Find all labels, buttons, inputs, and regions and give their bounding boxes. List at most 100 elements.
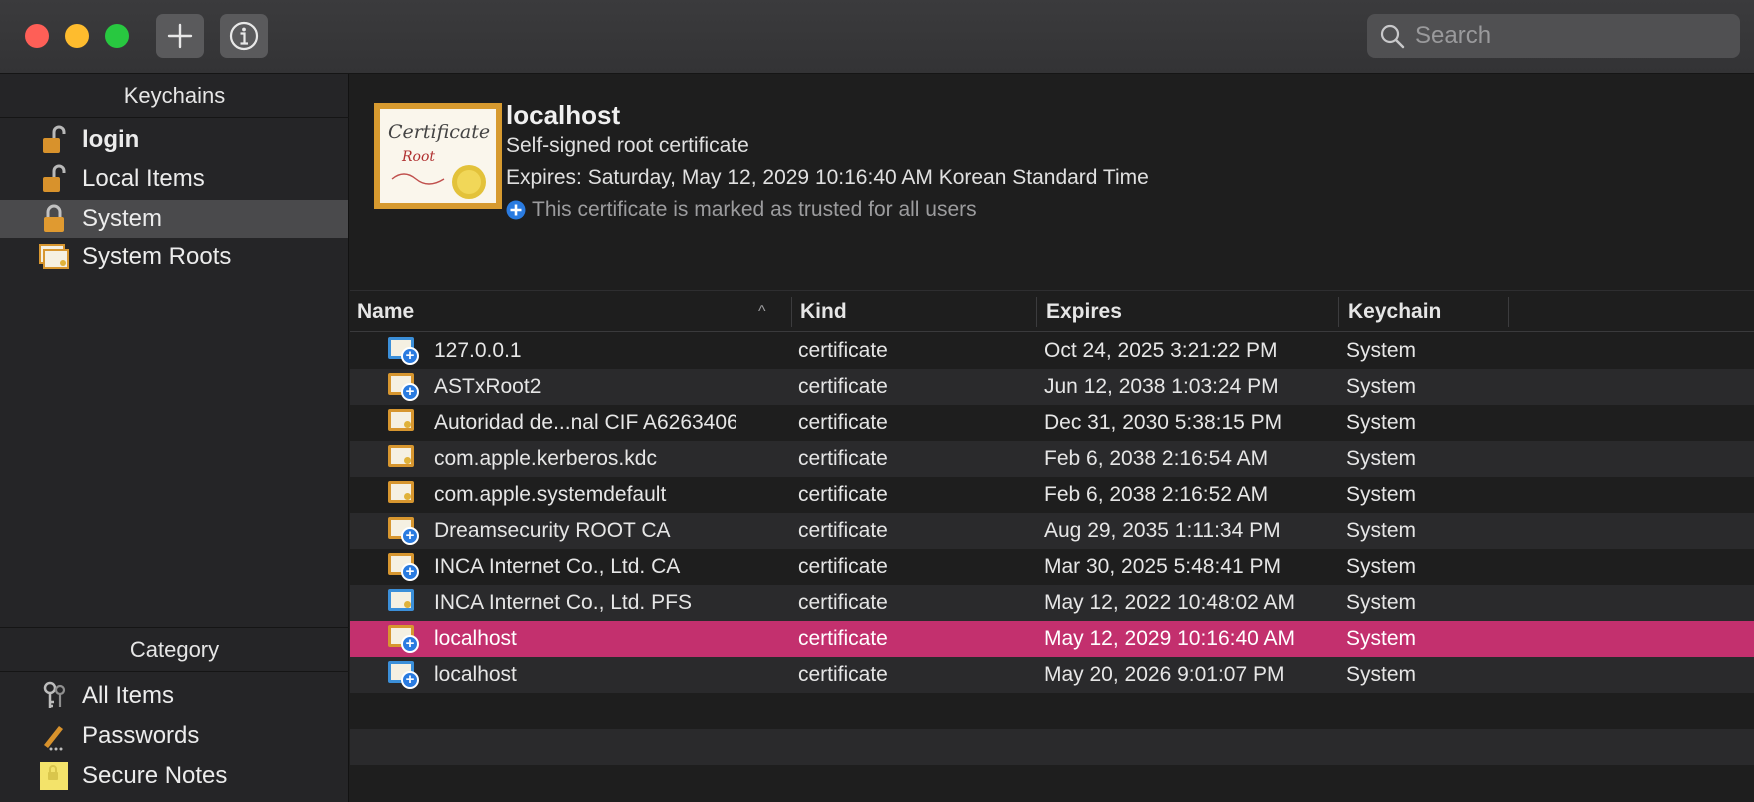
cell-name: localhost bbox=[434, 663, 517, 686]
column-header-kind[interactable]: Kind bbox=[793, 291, 1037, 333]
table-row[interactable]: INCA Internet Co., Ltd. PFS certificate Ma… bbox=[350, 585, 1754, 621]
gold-seal-icon bbox=[452, 165, 486, 199]
certificate-icon: + bbox=[388, 625, 419, 653]
certificate-icon bbox=[388, 589, 418, 617]
search-icon bbox=[1380, 24, 1405, 49]
cell-keychain: System bbox=[1346, 339, 1417, 362]
cell-expires: Aug 29, 2035 1:11:34 PM bbox=[1044, 519, 1281, 542]
column-header-keychain[interactable]: Keychain bbox=[1341, 291, 1507, 333]
sidebar-item-local-items[interactable]: Local Items bbox=[0, 160, 348, 198]
cell-keychain: System bbox=[1346, 591, 1417, 614]
certificate-thumbnail-title: Certificate bbox=[388, 121, 491, 143]
trusted-plus-icon: + bbox=[401, 527, 419, 545]
cell-keychain: System bbox=[1346, 375, 1417, 398]
unlocked-padlock-icon bbox=[36, 163, 72, 195]
cell-expires: Feb 6, 2038 2:16:54 AM bbox=[1044, 447, 1269, 470]
sidebar-item-all-items[interactable]: All Items bbox=[0, 677, 348, 715]
sidebar-item-label: System Roots bbox=[82, 243, 232, 270]
close-window-button[interactable] bbox=[25, 24, 49, 48]
cell-name: com.apple.kerberos.kdc bbox=[434, 447, 657, 470]
locked-padlock-icon bbox=[36, 203, 72, 235]
get-info-button[interactable] bbox=[220, 14, 268, 58]
keychains-header: Keychains bbox=[0, 74, 349, 118]
cell-expires: May 12, 2022 10:48:02 AM bbox=[1044, 591, 1296, 614]
table-row[interactable]: + localhost certificate May 20, 2026 9:01:0… bbox=[350, 657, 1754, 693]
cell-name: Autoridad de...nal CIF A62634068 bbox=[434, 411, 736, 434]
column-separator[interactable] bbox=[1036, 297, 1037, 327]
plus-icon bbox=[167, 23, 193, 49]
sidebar-item-label: Secure Notes bbox=[82, 762, 228, 789]
cell-name: ASTxRoot2 bbox=[434, 375, 542, 398]
cell-kind: certificate bbox=[798, 627, 888, 650]
trusted-plus-icon: + bbox=[401, 347, 419, 365]
table-row[interactable]: +127.0.0.1 certificate Oct 24, 2025 3:21:2… bbox=[350, 333, 1754, 369]
sidebar-item-label: System bbox=[82, 205, 163, 232]
certificate-thumbnail-icon: Certificate Root bbox=[374, 103, 502, 209]
sort-ascending-icon: ^ bbox=[758, 303, 766, 320]
certificate-flourish-icon bbox=[391, 173, 445, 185]
table-header: Name ^ Kind Expires Keychain bbox=[350, 290, 1754, 332]
unlocked-padlock-icon bbox=[36, 124, 72, 156]
table-row[interactable]: + localhost certificate May 12, 2029 10:16:… bbox=[350, 621, 1754, 657]
cell-name: 127.0.0.1 bbox=[434, 339, 522, 362]
cell-name: INCA Internet Co., Ltd. PFS bbox=[434, 591, 692, 614]
zoom-window-button[interactable] bbox=[105, 24, 129, 48]
cell-name: INCA Internet Co., Ltd. CA bbox=[434, 555, 681, 578]
certificate-icon: + bbox=[388, 517, 419, 545]
column-separator[interactable] bbox=[1338, 297, 1339, 327]
table-row[interactable]: + INCA Internet Co., Ltd. CA certificate Ma… bbox=[350, 549, 1754, 585]
certificate-trust-status: This certificate is marked as trusted fo… bbox=[506, 198, 977, 222]
cell-kind: certificate bbox=[798, 411, 888, 434]
table-row[interactable]: + Dreamsecurity ROOT CA certificate Aug 29,… bbox=[350, 513, 1754, 549]
certificate-stack-icon bbox=[36, 241, 72, 273]
cell-expires: Jun 12, 2038 1:03:24 PM bbox=[1044, 375, 1279, 398]
certificate-icon bbox=[388, 481, 418, 509]
cell-expires: May 12, 2029 10:16:40 AM bbox=[1044, 627, 1296, 650]
cell-keychain: System bbox=[1346, 555, 1417, 578]
toolbar bbox=[0, 0, 1754, 74]
certificate-icon: + bbox=[388, 373, 419, 401]
table-row[interactable]: + ASTxRoot2 certificate Jun 12, 2038 1:03:2… bbox=[350, 369, 1754, 405]
trusted-plus-icon: + bbox=[401, 635, 419, 653]
empty-row bbox=[350, 693, 1754, 729]
column-header-name[interactable]: Name bbox=[350, 291, 790, 333]
cell-kind: certificate bbox=[798, 519, 888, 542]
empty-row bbox=[350, 765, 1754, 801]
trusted-plus-icon: + bbox=[401, 563, 419, 581]
sidebar-item-system[interactable]: System bbox=[0, 200, 348, 238]
column-separator[interactable] bbox=[791, 297, 792, 327]
empty-row bbox=[350, 729, 1754, 765]
cell-keychain: System bbox=[1346, 447, 1417, 470]
cell-keychain: System bbox=[1346, 519, 1417, 542]
certificate-icon: + bbox=[388, 661, 419, 689]
cell-keychain: System bbox=[1346, 663, 1417, 686]
cell-keychain: System bbox=[1346, 411, 1417, 434]
certificate-icon bbox=[388, 445, 418, 473]
certificate-thumbnail-subtitle: Root bbox=[402, 149, 436, 165]
cell-name: localhost bbox=[434, 627, 517, 650]
note-icon bbox=[36, 760, 72, 792]
add-item-button[interactable] bbox=[156, 14, 204, 58]
certificate-icon bbox=[388, 409, 418, 437]
minimize-window-button[interactable] bbox=[65, 24, 89, 48]
cell-kind: certificate bbox=[798, 339, 888, 362]
table-row[interactable]: com.apple.kerberos.kdc certificate Feb 6, … bbox=[350, 441, 1754, 477]
sidebar-item-passwords[interactable]: Passwords bbox=[0, 717, 348, 755]
column-header-expires[interactable]: Expires bbox=[1039, 291, 1339, 333]
search-field[interactable] bbox=[1367, 14, 1740, 58]
cell-expires: Feb 6, 2038 2:16:52 AM bbox=[1044, 483, 1269, 506]
cell-keychain: System bbox=[1346, 627, 1417, 650]
table-row[interactable]: Autoridad de...nal CIF A62634068 certific… bbox=[350, 405, 1754, 441]
sidebar-item-label: login bbox=[82, 126, 140, 153]
column-separator[interactable] bbox=[1508, 297, 1509, 327]
sidebar-item-secure-notes[interactable]: Secure Notes bbox=[0, 757, 348, 795]
sidebar-item-login[interactable]: login bbox=[0, 121, 348, 159]
search-input[interactable] bbox=[1415, 22, 1715, 50]
table-row[interactable]: com.apple.systemdefault certificate Feb 6,… bbox=[350, 477, 1754, 513]
sidebar-item-system-roots[interactable]: System Roots bbox=[0, 238, 348, 276]
sidebar-item-label: All Items bbox=[82, 682, 175, 709]
trusted-plus-icon: + bbox=[401, 383, 419, 401]
trust-text: This certificate is marked as trusted fo… bbox=[532, 198, 977, 221]
category-header: Category bbox=[0, 628, 349, 672]
cell-expires: Dec 31, 2030 5:38:15 PM bbox=[1044, 411, 1283, 434]
